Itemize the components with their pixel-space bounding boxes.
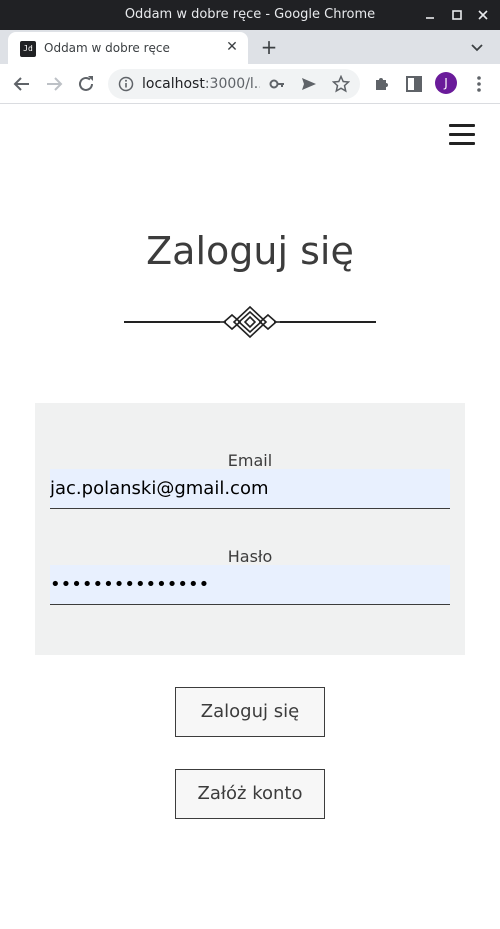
url-text: localhost:3000/l... [142,76,260,92]
address-bar[interactable]: localhost:3000/l... [108,69,360,99]
url-host: localhost [142,76,205,92]
tab-title: Oddam w dobre ręce [44,41,170,55]
new-tab-plus-icon[interactable]: + [258,36,280,58]
send-icon[interactable] [300,75,318,93]
bookmark-star-icon[interactable] [331,74,351,93]
browser-toolbar: localhost:3000/l... J [0,64,500,104]
register-button[interactable]: Załóż konto [175,769,325,819]
close-window-icon[interactable] [474,6,492,24]
page-title: Zaloguj się [146,229,354,273]
side-panel-icon[interactable] [402,72,426,96]
site-info-icon[interactable] [118,76,134,92]
login-button[interactable]: Zaloguj się [175,687,325,737]
tab-strip: Jd Oddam w dobre ręce ✕ + [0,30,500,64]
profile-avatar[interactable]: J [435,72,457,94]
login-form: Email Hasło [35,403,465,655]
window-title-bar: Oddam w dobre ręce - Google Chrome [0,0,500,30]
ornament-divider-icon [124,305,376,339]
kebab-menu-icon[interactable] [467,72,491,96]
email-label: Email [227,451,273,470]
url-path: :3000/l... [204,76,260,92]
email-field[interactable] [50,469,450,509]
minimize-icon[interactable] [421,6,439,24]
key-icon[interactable] [268,75,286,93]
tab-search-chevron-icon[interactable] [467,37,487,57]
reload-icon[interactable] [74,72,98,96]
page-content: Zaloguj się Email Hasło Zaloguj się Załó… [0,105,500,929]
forward-arrow-icon[interactable] [42,72,66,96]
extensions-puzzle-icon[interactable] [370,72,394,96]
back-arrow-icon[interactable] [10,72,34,96]
password-label: Hasło [227,547,273,566]
tab-active[interactable]: Jd Oddam w dobre ręce ✕ [8,32,248,64]
maximize-icon[interactable] [448,6,466,24]
tab-close-icon[interactable]: ✕ [224,39,240,55]
site-favicon-icon: Jd [20,41,36,57]
hamburger-menu-icon[interactable] [449,124,475,146]
password-field[interactable] [50,565,450,605]
